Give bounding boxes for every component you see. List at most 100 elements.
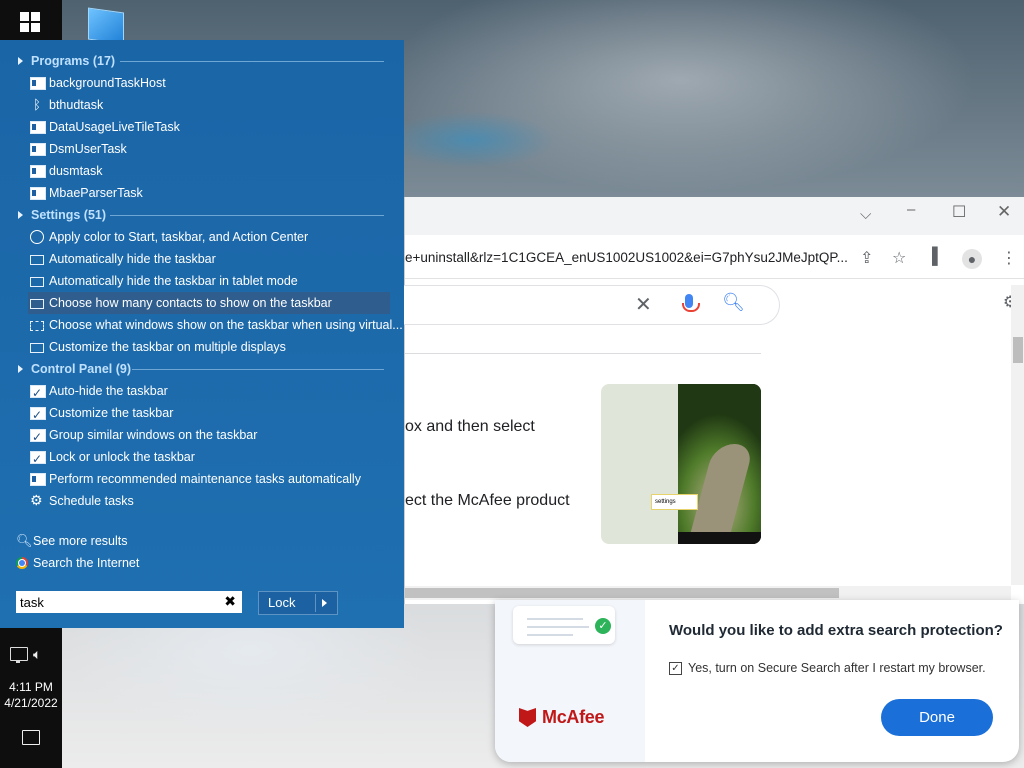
profile-avatar-icon[interactable]: ● [962,249,982,269]
thumbnail-callout: settings [651,494,698,510]
control-panel-icon [30,404,46,426]
expand-arrow-icon[interactable] [18,365,23,373]
group-programs[interactable]: Programs (17) [0,50,404,72]
volume-icon[interactable]: 🔈︎ [33,646,41,663]
mcafee-logo: McAfee [519,707,605,728]
control-panel-item[interactable]: Perform recommended maintenance tasks au… [0,468,404,490]
done-button[interactable]: Done [881,699,993,736]
taskbar-settings-icon [30,299,44,309]
network-icon[interactable] [10,647,28,663]
program-icon [30,187,46,200]
group-title: Control Panel (9) [31,362,132,376]
clear-search-icon[interactable]: ✕ [635,292,652,317]
settings-item[interactable]: Choose what windows show on the taskbar … [0,314,404,336]
clock[interactable]: 4:11 PM 4/21/2022 [0,679,62,711]
search-internet-link[interactable]: Search the Internet [0,552,404,574]
taskbar-settings-icon [30,255,44,265]
horizontal-scrollbar[interactable] [405,586,1011,600]
program-icon [30,165,46,178]
group-title: Programs (17) [31,54,116,68]
expand-arrow-icon[interactable] [18,57,23,65]
program-item[interactable]: DsmUserTask [0,138,404,160]
clock-date: 4/21/2022 [4,696,58,710]
palette-icon [30,230,44,244]
result-text-line-1: ox and then select [405,418,535,435]
mcafee-illustration-panel: ✓ McAfee [495,600,645,762]
mcafee-popup: ✓ McAfee Would you like to add extra sea… [495,600,1019,762]
see-more-results-link[interactable]: 🔍︎ See more results [0,530,404,552]
lock-label: Lock [268,595,296,610]
settings-item[interactable]: Automatically hide the taskbar [0,248,404,270]
program-item[interactable]: MbaeParserTask [0,182,404,204]
group-settings[interactable]: Settings (51) [0,204,404,226]
start-search-input[interactable] [20,593,210,611]
lock-button[interactable]: Lock [258,591,338,615]
secure-search-checkbox[interactable]: ✓ [669,661,682,675]
tab-search-icon[interactable]: ⌵ [860,206,871,223]
clock-time: 4:11 PM [9,680,53,694]
program-item[interactable]: dusmtask [0,160,404,182]
address-bar[interactable]: e+uninstall&rlz=1C1GCEA_enUS1002US1002&e… [405,240,1024,279]
secure-search-label[interactable]: Yes, turn on Secure Search after I resta… [688,661,986,675]
mcafee-brand: McAfee [542,707,605,727]
clear-search-icon[interactable]: ✖ [224,593,236,610]
control-panel-item[interactable]: Lock or unlock the taskbar [0,446,404,470]
control-panel-icon [30,448,46,470]
group-title: Settings (51) [31,208,107,222]
taskbar-settings-icon [30,343,44,353]
control-panel-icon [30,382,46,404]
bluetooth-icon: ᛒ [33,97,41,112]
side-panel-icon[interactable]: ▌ [932,248,943,266]
virtual-desktop-icon [30,321,44,331]
maximize-icon[interactable]: ☐ [952,202,966,222]
start-search-box[interactable]: ✖ [16,591,242,613]
google-search-box[interactable]: ✕ 🔍︎ [385,285,780,325]
settings-item[interactable]: Apply color to Start, taskbar, and Actio… [0,226,404,248]
search-icon: 🔍︎ [16,533,33,548]
start-button[interactable] [16,8,44,36]
settings-item-selected[interactable]: Choose how many contacts to show on the … [28,292,390,314]
mcafee-shield-icon [519,708,536,727]
settings-item[interactable]: Automatically hide the taskbar in tablet… [0,270,404,292]
start-menu: Programs (17) backgroundTaskHost ᛒ bthudt… [0,40,404,628]
maintenance-icon [30,473,46,486]
program-item[interactable]: DataUsageLiveTileTask [0,116,404,138]
illustration-card: ✓ [513,606,615,644]
url-text[interactable]: e+uninstall&rlz=1C1GCEA_enUS1002US1002&e… [405,250,855,265]
program-item[interactable]: backgroundTaskHost [0,72,404,94]
control-panel-item[interactable]: ⚙ Schedule tasks [0,490,404,512]
secure-search-option[interactable]: ✓ Yes, turn on Secure Search after I res… [669,661,986,675]
browser-titlebar[interactable]: ⌵ – ☐ ✕ [405,197,1024,235]
microphone-icon[interactable] [682,294,700,312]
program-icon [30,121,46,134]
settings-item[interactable]: Customize the taskbar on multiple displa… [0,336,404,358]
popup-question: Would you like to add extra search prote… [669,622,1003,639]
group-control-panel[interactable]: Control Panel (9) [0,358,404,380]
desktop-folder-icon[interactable] [88,7,124,45]
share-icon[interactable]: ⇪ [860,248,873,268]
result-thumbnail-image[interactable]: settings [601,384,761,544]
expand-arrow-icon[interactable] [18,211,23,219]
program-icon [30,77,46,90]
more-menu-icon[interactable]: ⋮ [1001,248,1017,268]
green-check-icon: ✓ [595,618,611,634]
divider [405,353,761,354]
control-panel-icon [30,426,46,448]
control-panel-item[interactable]: Auto-hide the taskbar [0,380,404,404]
program-item[interactable]: ᛒ bthudtask [0,94,404,116]
taskbar-settings-icon [30,277,44,287]
bookmark-star-icon[interactable]: ☆ [892,248,906,268]
minimize-icon[interactable]: – [907,201,915,218]
power-options-arrow-icon[interactable] [322,599,327,607]
result-text-line-2: ect the McAfee product [405,492,570,509]
browser-window: ⌵ – ☐ ✕ e+uninstall&rlz=1C1GCEA_enUS1002… [385,197,1024,604]
control-panel-item[interactable]: Group similar windows on the taskbar [0,424,404,448]
gear-icon: ⚙ [30,492,43,508]
control-panel-item[interactable]: Customize the taskbar [0,402,404,426]
chrome-icon [16,557,28,569]
search-icon[interactable]: 🔍︎ [722,292,745,313]
vertical-scrollbar[interactable] [1011,285,1024,585]
close-icon[interactable]: ✕ [997,202,1011,222]
notification-center-icon[interactable] [22,730,40,745]
program-icon [30,143,46,156]
